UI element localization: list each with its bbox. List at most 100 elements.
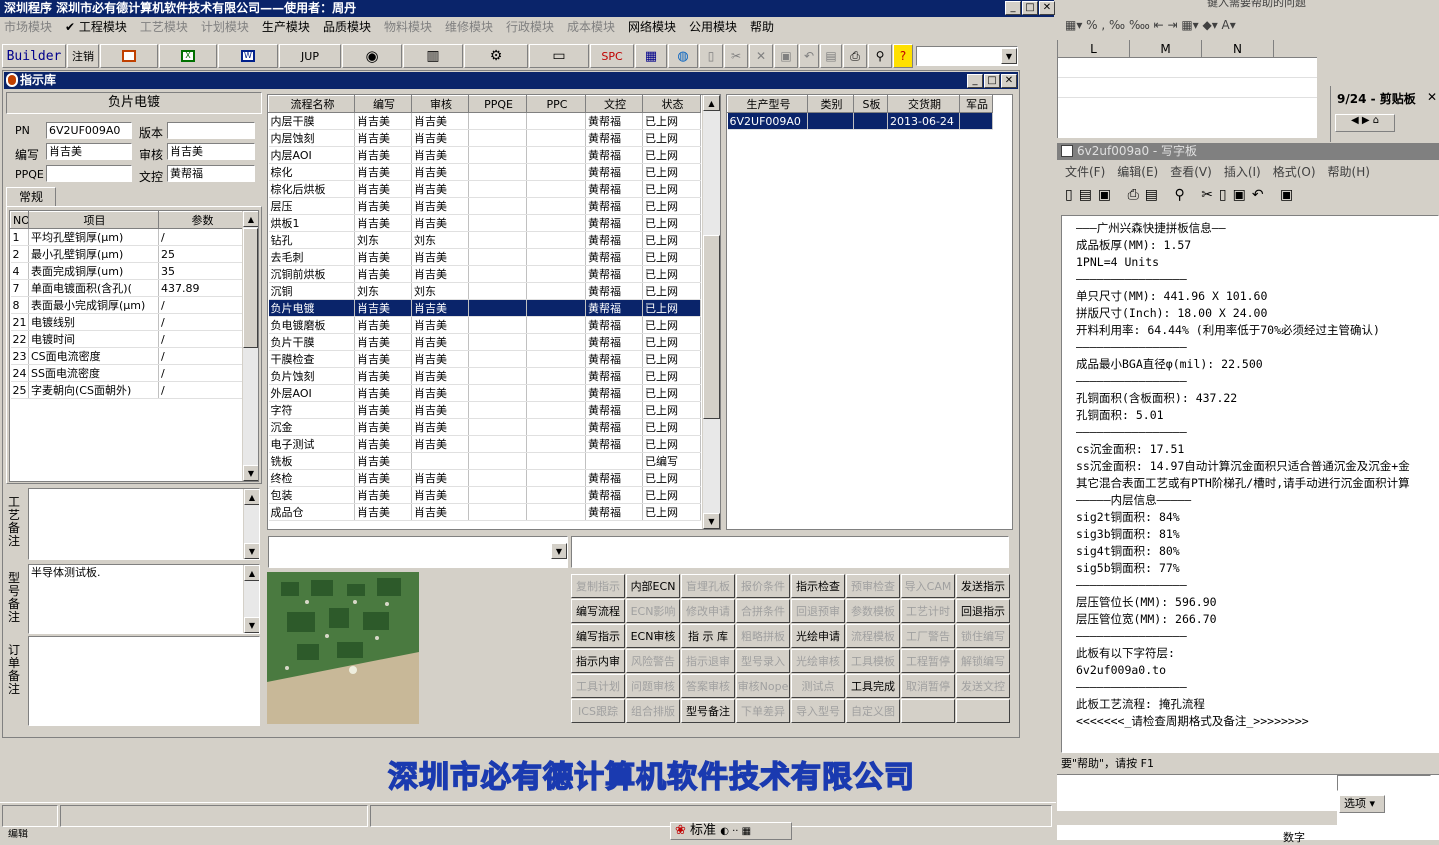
flow-row[interactable]: 干膜检查 肖吉美 肖吉美 黄帮福 已上网	[268, 350, 701, 368]
note-field-0[interactable]: ▲ ▼	[28, 488, 260, 560]
close-button[interactable]: ✕	[1001, 74, 1017, 88]
action-button[interactable]: 答案审核	[681, 674, 735, 698]
menu-item-9[interactable]: 成本模块	[567, 20, 615, 34]
undo-icon[interactable]: ↶	[799, 44, 819, 68]
excel-icon[interactable]: X	[159, 44, 217, 68]
action-button[interactable]: 工具模板	[846, 649, 900, 673]
menu-item-11[interactable]: 公用模块	[689, 20, 737, 34]
flow-row[interactable]: 包装 肖吉美 肖吉美 黄帮福 已上网	[268, 486, 701, 504]
action-button[interactable]: 风险警告	[626, 649, 680, 673]
param-row[interactable]: 24 SS面电流密度 /	[10, 364, 245, 382]
action-button[interactable]: 指示检查	[791, 574, 845, 598]
clipboard-paste-all-icons[interactable]: ◀ ▶ ⌂	[1335, 114, 1395, 132]
action-button[interactable]: 测试点	[791, 674, 845, 698]
note-scrollbar[interactable]: ▲ ▼	[243, 489, 259, 559]
flow-row[interactable]: 字符 肖吉美 肖吉美 黄帮福 已上网	[268, 401, 701, 419]
action-button[interactable]: 锁住编写	[956, 624, 1010, 648]
action-button[interactable]: 解锁编写	[956, 649, 1010, 673]
flow-row[interactable]: 电子测试 肖吉美 肖吉美 黄帮福 已上网	[268, 435, 701, 453]
action-button[interactable]: ECN影响	[626, 599, 680, 623]
flow-row[interactable]: 去毛刺 肖吉美 肖吉美 黄帮福 已上网	[268, 248, 701, 266]
scroll-up-icon[interactable]: ▲	[244, 489, 259, 505]
action-button[interactable]: 编写流程	[571, 599, 625, 623]
action-button[interactable]: 型号录入	[736, 649, 790, 673]
maximize-button[interactable]: □	[984, 74, 1000, 88]
flow-row[interactable]: 层压 肖吉美 肖吉美 黄帮福 已上网	[268, 197, 701, 215]
scroll-up-icon[interactable]: ▲	[243, 211, 258, 227]
builder-button[interactable]: Builder	[2, 44, 66, 68]
flow-header[interactable]: 审核	[411, 95, 469, 113]
menu-item-12[interactable]: 帮助	[750, 20, 774, 34]
excel-column-header[interactable]: M	[1130, 40, 1202, 57]
excel-column-header[interactable]: L	[1058, 40, 1130, 57]
model-header[interactable]: S板	[853, 95, 888, 113]
param-header[interactable]: 参数	[158, 211, 245, 229]
scroll-up-icon[interactable]: ▲	[703, 95, 720, 111]
menu-item-0[interactable]: 市场模块	[4, 20, 52, 34]
action-button[interactable]: 工具计划	[571, 674, 625, 698]
note-field-2[interactable]	[28, 636, 260, 726]
action-button[interactable]: 报价条件	[736, 574, 790, 598]
note-scrollbar[interactable]: ▲ ▼	[243, 565, 259, 633]
excel-format-icons[interactable]: ▦▾ % , ‰ ‱ ⇤ ⇥ ▦▾ ◆▾ A▾	[1065, 18, 1236, 32]
minimize-button[interactable]: _	[1005, 1, 1021, 15]
calculator-icon[interactable]: ▦	[635, 44, 667, 68]
wordpad-menu-item[interactable]: 格式(O)	[1273, 165, 1316, 179]
action-button[interactable]: 合拼条件	[736, 599, 790, 623]
logout-button[interactable]: 注销	[67, 44, 99, 68]
wordpad-document[interactable]: ———广州兴森快捷拼板信息—— 成品板厚(MM): 1.57 1PNL=4 Unit…	[1061, 215, 1439, 753]
action-button[interactable]: 自定义图	[846, 699, 900, 723]
flow-row[interactable]: 负片电镀 肖吉美 肖吉美 黄帮福 已上网	[268, 299, 701, 317]
scroll-thumb[interactable]	[703, 235, 720, 419]
flow-row[interactable]: 终检 肖吉美 肖吉美 黄帮福 已上网	[268, 469, 701, 487]
action-button[interactable]: 粗略拼板	[736, 624, 790, 648]
remark-input[interactable]	[571, 536, 1009, 568]
find-icon[interactable]: ⚲	[868, 44, 892, 68]
word-icon[interactable]: W	[218, 44, 278, 68]
action-button[interactable]: 修改申请	[681, 599, 735, 623]
excel-column-header[interactable]: N	[1202, 40, 1274, 57]
action-button[interactable]: 发送指示	[956, 574, 1010, 598]
note-field-1[interactable]: 半导体测试板. ▲ ▼	[28, 564, 260, 634]
action-button[interactable]: 工艺计时	[901, 599, 955, 623]
param-row[interactable]: 8 表面最小完成铜厚(μm) /	[10, 296, 245, 314]
menu-item-6[interactable]: 物料模块	[384, 20, 432, 34]
flow-row[interactable]: 外层AOI 肖吉美 肖吉美 黄帮福 已上网	[268, 384, 701, 402]
action-button[interactable]: 光绘申请	[791, 624, 845, 648]
wordpad-toolbar[interactable]: ▯▤▣ ⎙▤ ⚲ ✂▯▣↶ ▣	[1065, 187, 1299, 211]
action-button[interactable]: 取消暂停	[901, 674, 955, 698]
menu-item-3[interactable]: 计划模块	[201, 20, 249, 34]
params-scrollbar[interactable]: ▲ ▼	[242, 211, 258, 481]
ime-toolbar[interactable]: ❀ 标准 ◐ ·· ▦	[670, 822, 792, 840]
ime-moon-icon[interactable]: ◐ ·· ▦	[720, 826, 751, 837]
model-header[interactable]: 交货期	[887, 95, 960, 113]
scroll-down-icon[interactable]: ▼	[244, 543, 259, 559]
param-row[interactable]: 1 平均孔壁铜厚(μm) /	[10, 228, 245, 246]
scroll-up-icon[interactable]: ▲	[244, 565, 259, 581]
action-button[interactable]: 光绘审核	[791, 649, 845, 673]
action-button[interactable]: ICS跟踪	[571, 699, 625, 723]
flow-row[interactable]: 棕化 肖吉美 肖吉美 黄帮福 已上网	[268, 163, 701, 181]
action-button[interactable]: 工厂警告	[901, 624, 955, 648]
flow-row[interactable]: 沉铜 刘东 刘东 黄帮福 已上网	[268, 282, 701, 300]
flow-row[interactable]: 成品仓 肖吉美 肖吉美 黄帮福 已上网	[268, 503, 701, 521]
model-header[interactable]: 生产型号	[727, 95, 808, 113]
excel-combo[interactable]	[1337, 775, 1431, 791]
scroll-down-icon[interactable]: ▼	[244, 617, 259, 633]
action-button[interactable]: 流程模板	[846, 624, 900, 648]
action-button[interactable]: 审核Nope	[736, 674, 790, 698]
flow-row[interactable]: 铣板 肖吉美 已编写	[268, 452, 701, 470]
flow-row[interactable]: 沉铜前烘板 肖吉美 肖吉美 黄帮福 已上网	[268, 265, 701, 283]
flow-row[interactable]: 烘板1 肖吉美 肖吉美 黄帮福 已上网	[268, 214, 701, 232]
action-button[interactable]: 导入CAM	[901, 574, 955, 598]
pn-field[interactable]: 6V2UF009A0	[46, 122, 132, 139]
action-button[interactable]: 指示内审	[571, 649, 625, 673]
flow-header[interactable]: PPQE	[468, 95, 527, 113]
wordpad-menu-item[interactable]: 插入(I)	[1224, 165, 1261, 179]
action-button[interactable]: 预审检查	[846, 574, 900, 598]
flow-row[interactable]: 棕化后烘板 肖吉美 肖吉美 黄帮福 已上网	[268, 180, 701, 198]
menu-item-7[interactable]: 维修模块	[445, 20, 493, 34]
param-row[interactable]: 7 单面电镀面积(含孔)(437.89	[10, 279, 245, 297]
action-button[interactable]: 工具完成	[846, 674, 900, 698]
wordpad-menu-item[interactable]: 帮助(H)	[1328, 165, 1370, 179]
